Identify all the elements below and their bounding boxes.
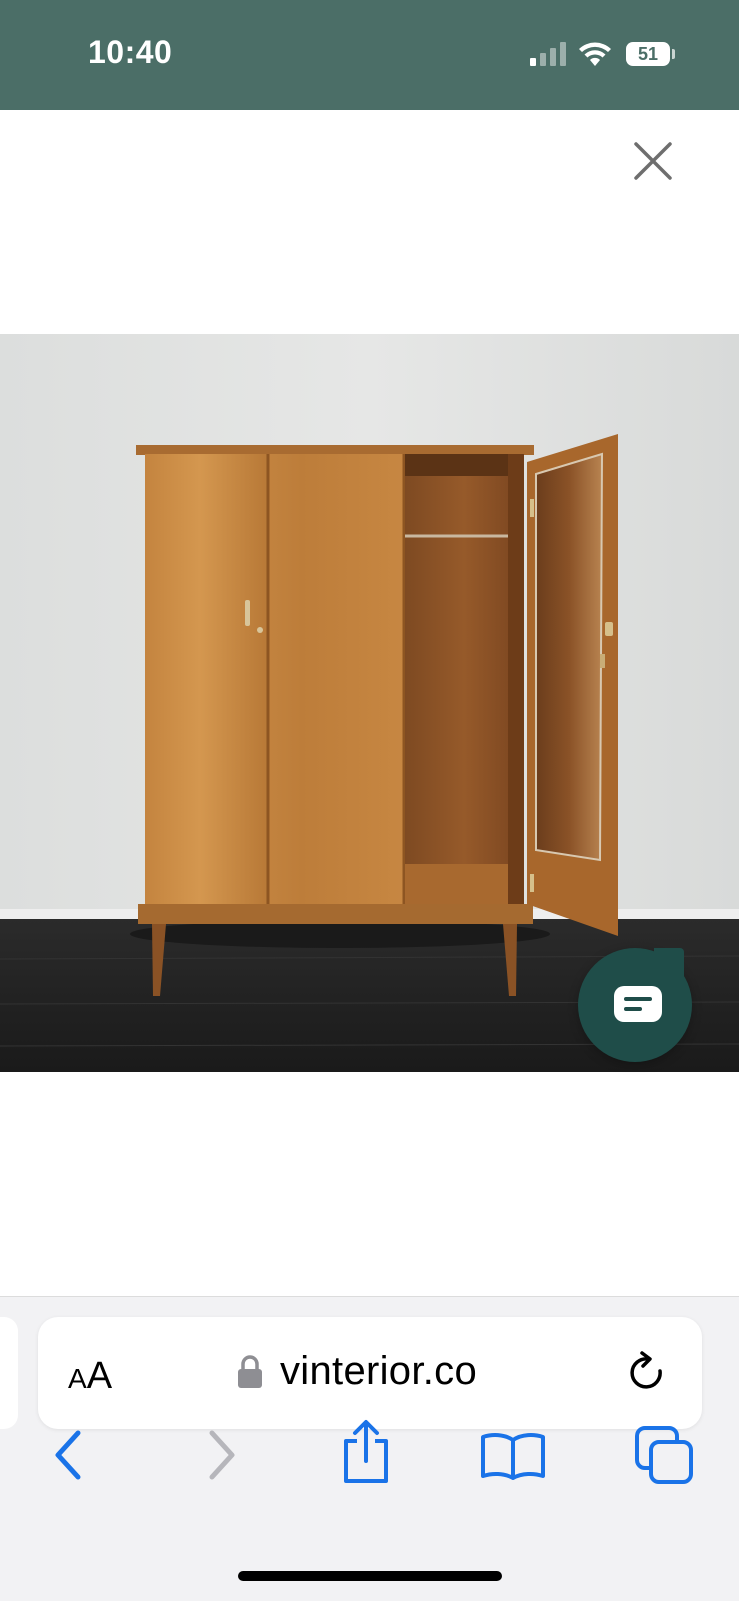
- wifi-icon: [579, 42, 611, 66]
- battery-indicator: 51: [626, 42, 670, 66]
- forward-icon[interactable]: [202, 1427, 242, 1483]
- status-bar: 10:40 51: [0, 0, 739, 110]
- url-text: vinterior.co: [280, 1349, 478, 1393]
- text-size-small-label: A: [68, 1363, 87, 1394]
- address-bar[interactable]: AA vinterior.co: [38, 1317, 702, 1429]
- browser-toolbar-area: AA vinterior.co: [0, 1296, 739, 1601]
- back-icon[interactable]: [48, 1427, 88, 1483]
- text-size-large-label: A: [86, 1355, 113, 1397]
- status-time: 10:40: [88, 34, 173, 70]
- text-size-button[interactable]: AA: [68, 1355, 112, 1398]
- close-icon[interactable]: [632, 140, 674, 182]
- previous-tab-peek[interactable]: [0, 1317, 18, 1429]
- tabs-icon[interactable]: [634, 1425, 696, 1487]
- battery-nub: [672, 49, 675, 59]
- chat-button[interactable]: [578, 948, 692, 1062]
- home-indicator[interactable]: [238, 1571, 502, 1581]
- bookmarks-icon[interactable]: [480, 1430, 546, 1482]
- lock-icon: [238, 1355, 262, 1388]
- reload-icon[interactable]: [626, 1349, 670, 1397]
- chat-icon: [614, 986, 662, 1022]
- share-icon[interactable]: [338, 1417, 394, 1487]
- cellular-signal-icon: [530, 42, 568, 66]
